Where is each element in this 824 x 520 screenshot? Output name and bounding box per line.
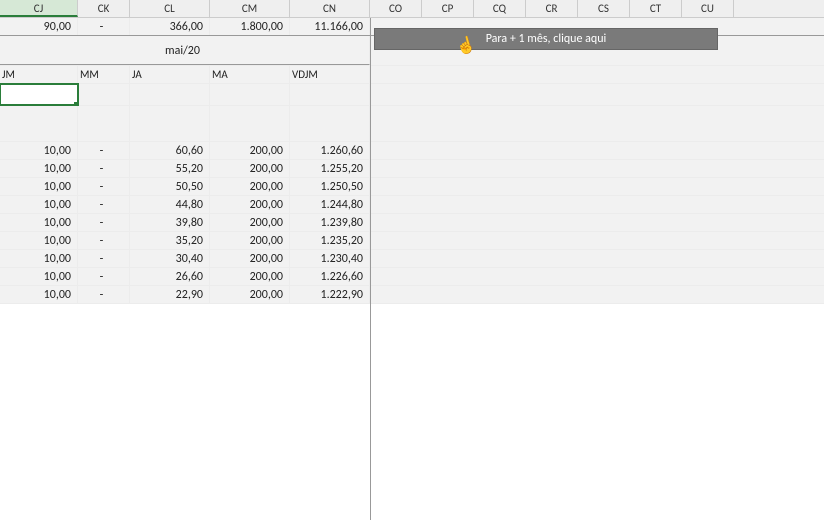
cell-cn[interactable]: 1.244,80	[290, 196, 370, 213]
cell-cm[interactable]: 200,00	[210, 286, 290, 303]
table-row: 10,00-44,80200,001.244,80	[0, 196, 824, 214]
table-row: 10,00-60,60200,001.260,60	[0, 142, 824, 160]
cell-cj[interactable]: 10,00	[0, 142, 78, 159]
col-header-cs[interactable]: CS	[578, 0, 630, 17]
cell-cj[interactable]: 10,00	[0, 268, 78, 285]
cell-total-ck[interactable]: -	[78, 18, 130, 35]
cell-cj[interactable]: 10,00	[0, 286, 78, 303]
selected-row	[0, 84, 824, 106]
cell-ck[interactable]: -	[78, 196, 130, 213]
cell-cl[interactable]: 44,80	[130, 196, 210, 213]
cell-blank[interactable]	[0, 106, 78, 141]
month-label[interactable]: mai/20	[0, 36, 370, 65]
cell-cn[interactable]: 1.250,50	[290, 178, 370, 195]
cell-cj[interactable]: 10,00	[0, 178, 78, 195]
col-header-cu[interactable]: CU	[682, 0, 734, 17]
cell-cj[interactable]: 10,00	[0, 232, 78, 249]
cell-blank[interactable]	[290, 106, 370, 141]
cell-cl[interactable]: 30,40	[130, 250, 210, 267]
cell-cn[interactable]: 1.235,20	[290, 232, 370, 249]
cell-cj[interactable]: 10,00	[0, 214, 78, 231]
subheader-ma[interactable]: MA	[210, 66, 290, 83]
cell-blank[interactable]	[78, 84, 130, 105]
cell-total-cn[interactable]: 11.166,00	[290, 18, 370, 35]
table-row: 10,00-39,80200,001.239,80	[0, 214, 824, 232]
cell-cm[interactable]: 200,00	[210, 232, 290, 249]
cell-cl[interactable]: 60,60	[130, 142, 210, 159]
cell-cj[interactable]: 10,00	[0, 160, 78, 177]
col-header-ct[interactable]: CT	[630, 0, 682, 17]
cell-ck[interactable]: -	[78, 214, 130, 231]
cell-ck[interactable]: -	[78, 160, 130, 177]
col-header-cq[interactable]: CQ	[474, 0, 526, 17]
cell-ck[interactable]: -	[78, 142, 130, 159]
col-header-cm[interactable]: CM	[210, 0, 290, 17]
pane-divider	[370, 18, 371, 520]
cell-ck[interactable]: -	[78, 232, 130, 249]
cell-cl[interactable]: 39,80	[130, 214, 210, 231]
subheader-row: JM MM JA MA VDJM	[0, 66, 824, 84]
col-header-cp[interactable]: CP	[422, 0, 474, 17]
subheader-ja[interactable]: JA	[130, 66, 210, 83]
col-header-cl[interactable]: CL	[130, 0, 210, 17]
cell-blank[interactable]	[210, 84, 290, 105]
cell-cm[interactable]: 200,00	[210, 214, 290, 231]
cell-blank[interactable]	[130, 84, 210, 105]
table-row: 10,00-55,20200,001.255,20	[0, 160, 824, 178]
table-row: 10,00-30,40200,001.230,40	[0, 250, 824, 268]
cell-cl[interactable]: 26,60	[130, 268, 210, 285]
column-headers: CJ CK CL CM CN CO CP CQ CR CS CT CU	[0, 0, 824, 18]
cell-cm[interactable]: 200,00	[210, 142, 290, 159]
cell-cj[interactable]: 10,00	[0, 250, 78, 267]
cell-cm[interactable]: 200,00	[210, 268, 290, 285]
col-header-cn[interactable]: CN	[290, 0, 370, 17]
table-row: 10,00-50,50200,001.250,50	[0, 178, 824, 196]
cell-blank[interactable]	[130, 106, 210, 141]
col-header-ck[interactable]: CK	[78, 0, 130, 17]
table-row: 10,00-35,20200,001.235,20	[0, 232, 824, 250]
cell-cl[interactable]: 55,20	[130, 160, 210, 177]
table-row: 10,00-26,60200,001.226,60	[0, 268, 824, 286]
cell-ck[interactable]: -	[78, 250, 130, 267]
cell-blank[interactable]	[290, 84, 370, 105]
cell-blank[interactable]	[210, 106, 290, 141]
cell-cm[interactable]: 200,00	[210, 178, 290, 195]
add-month-button[interactable]: Para + 1 mês, clique aqui	[374, 28, 718, 50]
cell-cj[interactable]: 10,00	[0, 196, 78, 213]
col-header-cj[interactable]: CJ	[0, 0, 78, 17]
cell-total-cj[interactable]: 90,00	[0, 18, 78, 35]
cell-cn[interactable]: 1.239,80	[290, 214, 370, 231]
subheader-jm[interactable]: JM	[0, 66, 78, 83]
subheader-vdjm[interactable]: VDJM	[290, 66, 370, 83]
cell-ck[interactable]: -	[78, 268, 130, 285]
data-rows: 10,00-60,60200,001.260,6010,00-55,20200,…	[0, 142, 824, 304]
add-month-button-label: Para + 1 mês, clique aqui	[486, 32, 607, 46]
cell-cl[interactable]: 22,90	[130, 286, 210, 303]
cell-cm[interactable]: 200,00	[210, 196, 290, 213]
cell-blank[interactable]	[78, 106, 130, 141]
col-header-cr[interactable]: CR	[526, 0, 578, 17]
cell-total-cm[interactable]: 1.800,00	[210, 18, 290, 35]
col-header-co[interactable]: CO	[370, 0, 422, 17]
cell-cn[interactable]: 1.230,40	[290, 250, 370, 267]
cell-ck[interactable]: -	[78, 178, 130, 195]
table-row: 10,00-22,90200,001.222,90	[0, 286, 824, 304]
cell-total-cl[interactable]: 366,00	[130, 18, 210, 35]
cell-cn[interactable]: 1.260,60	[290, 142, 370, 159]
cell-cn[interactable]: 1.226,60	[290, 268, 370, 285]
cell-cm[interactable]: 200,00	[210, 160, 290, 177]
cell-cm[interactable]: 200,00	[210, 250, 290, 267]
cell-ck[interactable]: -	[78, 286, 130, 303]
active-cell[interactable]	[0, 84, 78, 105]
cell-cl[interactable]: 35,20	[130, 232, 210, 249]
cell-cn[interactable]: 1.255,20	[290, 160, 370, 177]
cell-cn[interactable]: 1.222,90	[290, 286, 370, 303]
cell-cl[interactable]: 50,50	[130, 178, 210, 195]
subheader-mm[interactable]: MM	[78, 66, 130, 83]
spacer-row	[0, 106, 824, 142]
